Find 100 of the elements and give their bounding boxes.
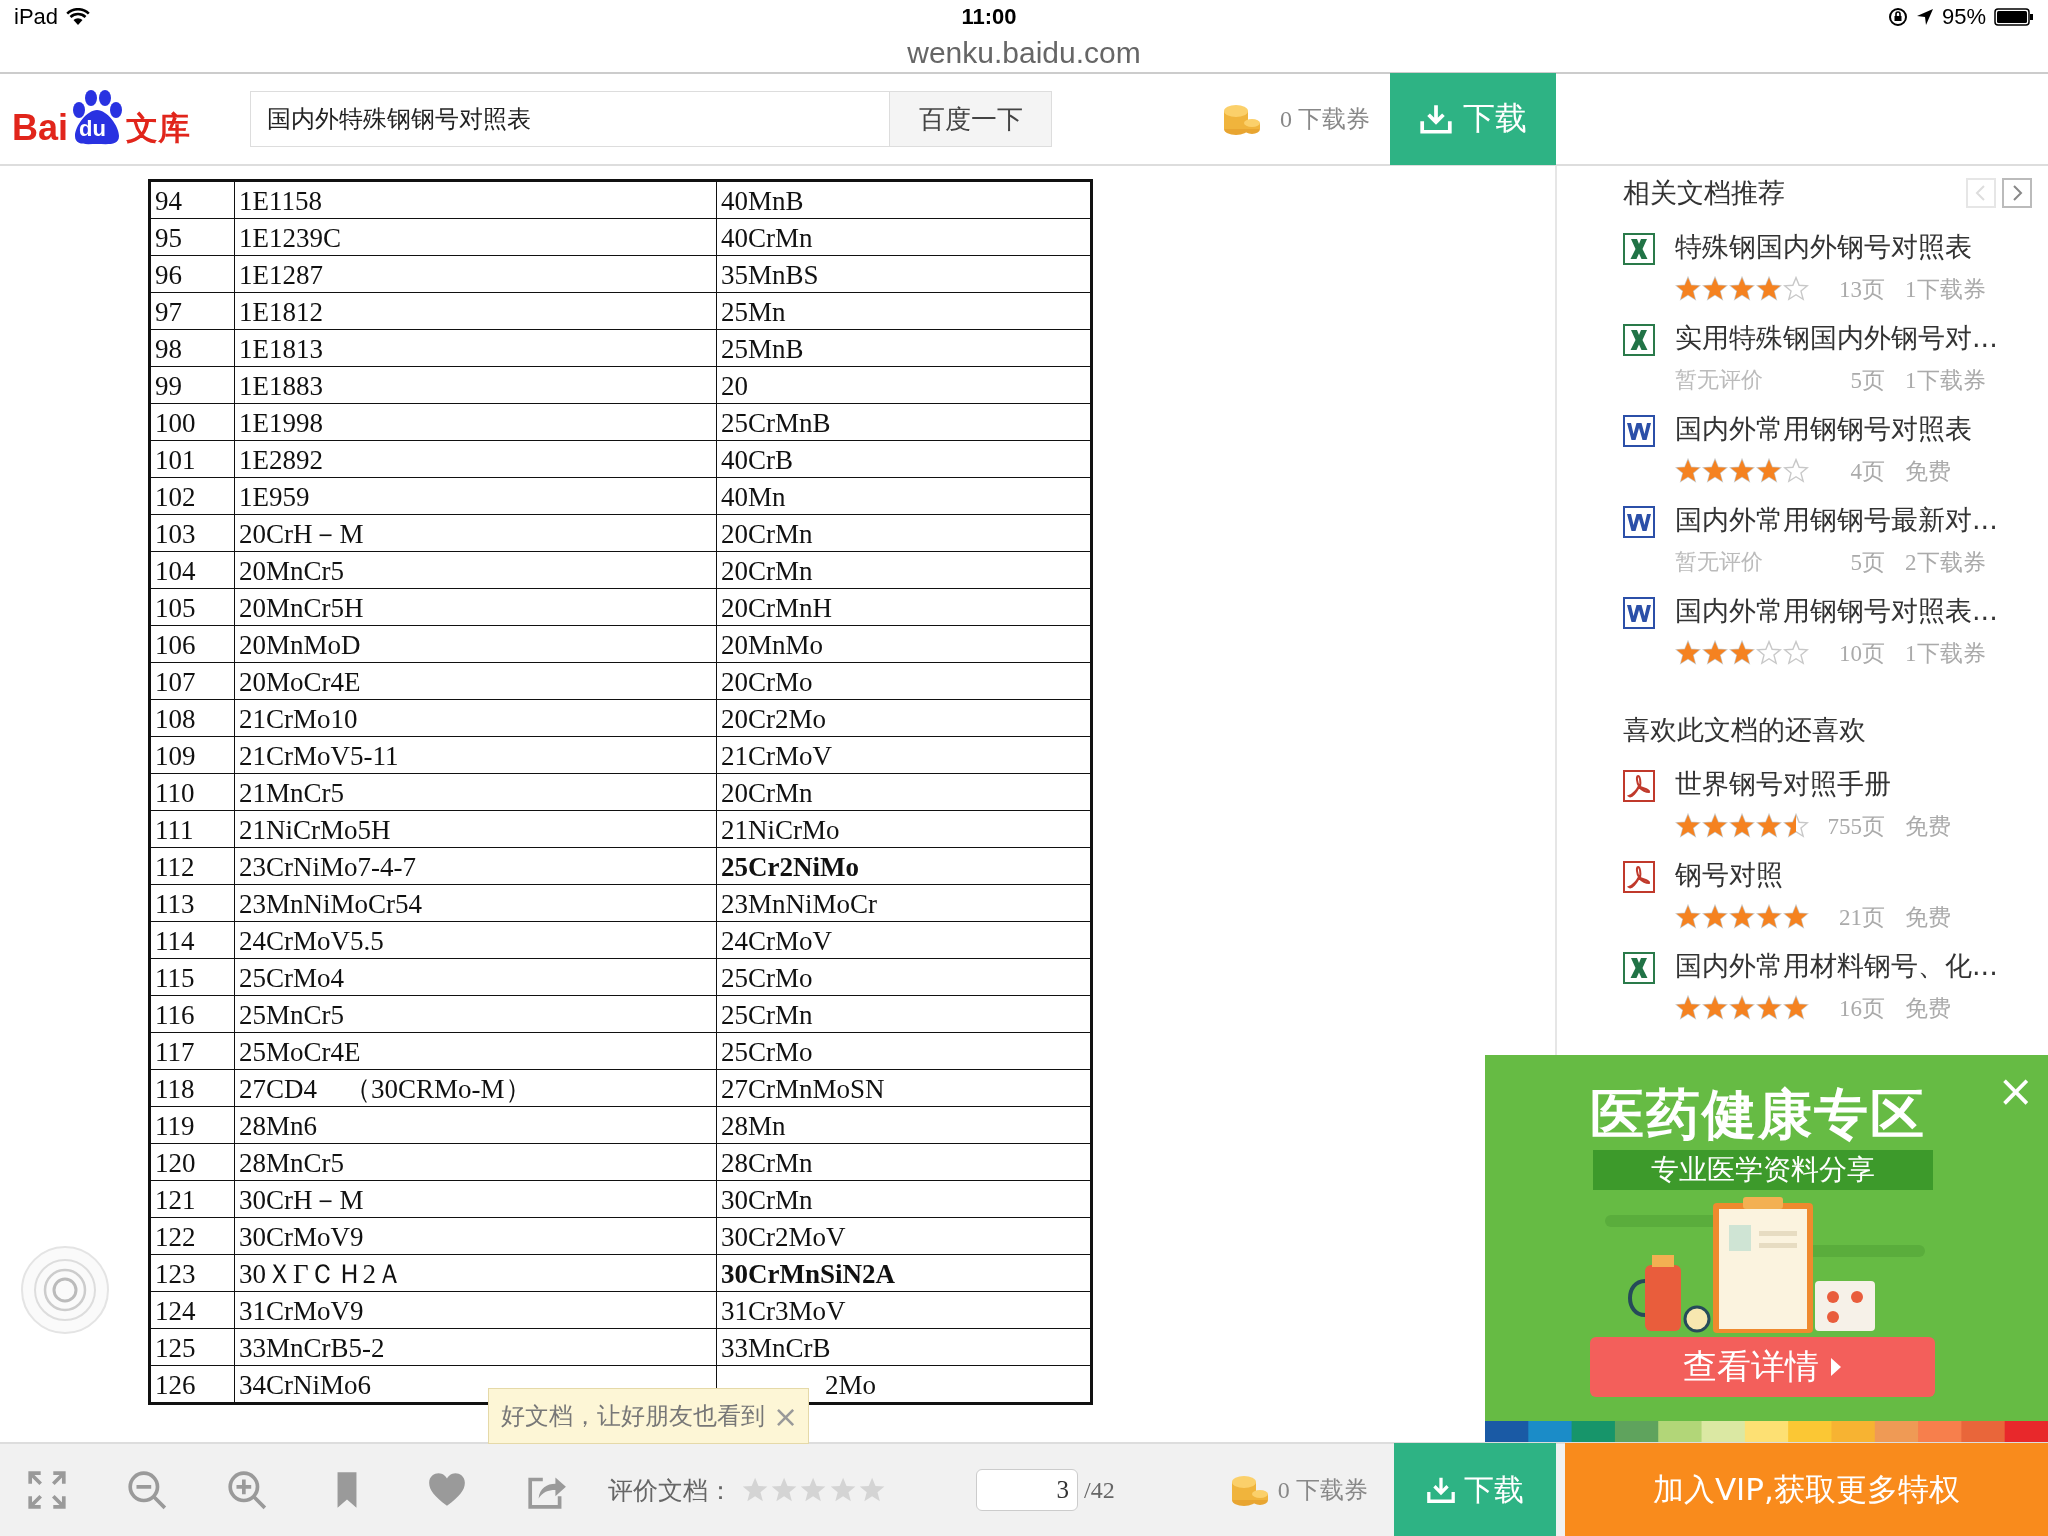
document-link[interactable]: 特殊钢国内外钢号对照表 bbox=[1675, 225, 2048, 269]
battery-icon bbox=[1994, 8, 2034, 26]
pdf-file-icon bbox=[1623, 861, 1655, 893]
table-cell: 121 bbox=[149, 1180, 235, 1218]
table-cell: 120 bbox=[149, 1143, 235, 1181]
table-cell: 125 bbox=[149, 1328, 235, 1366]
next-button[interactable] bbox=[2002, 178, 2032, 208]
concentric-circles-icon[interactable] bbox=[20, 1245, 110, 1335]
table-cell: 111 bbox=[149, 810, 235, 848]
star-icon bbox=[1702, 640, 1728, 666]
star-icon bbox=[1702, 276, 1728, 302]
document-link[interactable]: 国内外常用材料钢号、化... bbox=[1675, 944, 2048, 988]
table-cell: 30ＸΓＣＨ2Ａ bbox=[234, 1254, 717, 1292]
zoom-in-icon[interactable] bbox=[226, 1469, 268, 1511]
table-cell: 21CrMo10 bbox=[234, 699, 717, 737]
price-text: 免费 bbox=[1905, 812, 1951, 841]
table-cell: 100 bbox=[149, 403, 235, 441]
table-cell: 27CD4 （30CRMo-M） bbox=[234, 1069, 717, 1107]
star-icon bbox=[1729, 640, 1755, 666]
star-icon bbox=[1702, 995, 1728, 1021]
document-link[interactable]: 国内外常用钢钢号最新对... bbox=[1675, 498, 2048, 542]
table-cell: 1E1287 bbox=[234, 255, 717, 293]
table-cell: 104 bbox=[149, 551, 235, 589]
table-cell: 20MoCr4E bbox=[234, 662, 717, 700]
star-icon bbox=[1783, 276, 1809, 302]
table-cell: 108 bbox=[149, 699, 235, 737]
table-cell: 25MnCr5 bbox=[234, 995, 717, 1033]
chevron-left-icon bbox=[1974, 184, 1988, 202]
star-icon bbox=[1675, 276, 1701, 302]
star-icon bbox=[1756, 995, 1782, 1021]
section-title: 相关文档推荐 bbox=[1623, 176, 1785, 210]
location-arrow-icon bbox=[1915, 8, 1934, 26]
table-cell: 112 bbox=[149, 847, 235, 885]
search-field[interactable]: 国内外特殊钢钢号对照表 bbox=[250, 91, 890, 147]
table-cell: 21CrMoV5-11 bbox=[234, 736, 717, 774]
price-text: 免费 bbox=[1905, 994, 1951, 1023]
table-cell: 116 bbox=[149, 995, 235, 1033]
download-icon bbox=[1425, 1475, 1456, 1505]
table-cell: 24CrMoV5.5 bbox=[234, 921, 717, 959]
table-cell: 21MnCr5 bbox=[234, 773, 717, 811]
page-total: /42 bbox=[1084, 1476, 1115, 1504]
table-cell: 1E1239C bbox=[234, 218, 717, 256]
spreadsheet-file-icon bbox=[1623, 324, 1655, 356]
table-cell: 105 bbox=[149, 588, 235, 626]
page-count: 755页 bbox=[1826, 812, 1885, 841]
star-icon bbox=[1729, 276, 1755, 302]
page-number-field[interactable]: 3 bbox=[976, 1469, 1078, 1511]
download-icon bbox=[1419, 102, 1453, 136]
coupon-count: 0 下载券 bbox=[1280, 105, 1370, 134]
star-icon bbox=[1756, 276, 1782, 302]
table-cell: 31CrMoV9 bbox=[234, 1291, 717, 1329]
rating-text: 暂无评价 bbox=[1675, 366, 1764, 394]
table-cell: 21NiCrMo5H bbox=[234, 810, 717, 848]
page-address: wenku.baidu.com bbox=[907, 36, 1141, 70]
document-link[interactable]: 国内外常用钢钢号对照表 bbox=[1675, 407, 2048, 451]
table-cell: 99 bbox=[149, 366, 235, 404]
star-icon bbox=[1756, 904, 1782, 930]
rotation-lock-icon bbox=[1887, 7, 1908, 27]
star-icon bbox=[1675, 995, 1701, 1021]
table-cell: 107 bbox=[149, 662, 235, 700]
price-text: 免费 bbox=[1905, 903, 1951, 932]
table-cell: 1E959 bbox=[234, 477, 717, 515]
table-cell: 106 bbox=[149, 625, 235, 663]
star-icon bbox=[1783, 813, 1809, 839]
table-cell: 109 bbox=[149, 736, 235, 774]
spreadsheet-file-icon bbox=[1623, 233, 1655, 265]
table-cell: 20MnCr5 bbox=[234, 551, 717, 589]
coupon-count: 0 下载券 bbox=[1277, 1476, 1368, 1505]
document-link[interactable]: 世界钢号对照手册 bbox=[1675, 762, 2048, 806]
table-cell: 25CrMo4 bbox=[234, 958, 717, 996]
table-cell: 23CrNiMo7-4-7 bbox=[234, 847, 717, 885]
star-icon bbox=[1783, 458, 1809, 484]
table-cell: 117 bbox=[149, 1032, 235, 1070]
document-link[interactable]: 国内外常用钢钢号对照表... bbox=[1675, 589, 2048, 633]
fullscreen-icon[interactable] bbox=[26, 1469, 68, 1511]
star-icon bbox=[1783, 640, 1809, 666]
page-count: 10页 bbox=[1838, 639, 1885, 668]
ad-title: 医药健康专区 bbox=[1590, 1082, 1926, 1148]
star-icon bbox=[1702, 813, 1728, 839]
word-file-icon bbox=[1623, 597, 1655, 629]
table-cell: 20MnCr5H bbox=[234, 588, 717, 626]
table-cell: 28Mn6 bbox=[234, 1106, 717, 1144]
table-cell: 25MoCr4E bbox=[234, 1032, 717, 1070]
table-cell: 1E1998 bbox=[234, 403, 717, 441]
table-cell: 94 bbox=[149, 180, 235, 219]
zoom-out-icon[interactable] bbox=[126, 1469, 168, 1511]
ad-subtitle: 专业医学资料分享 bbox=[1593, 1150, 1933, 1190]
table-cell: 97 bbox=[149, 292, 235, 330]
price-text: 1下载券 bbox=[1905, 275, 1986, 304]
table-cell: 101 bbox=[149, 440, 235, 478]
document-link[interactable]: 实用特殊钢国内外钢号对... bbox=[1675, 316, 2048, 360]
star-icon bbox=[1675, 813, 1701, 839]
table-cell: 113 bbox=[149, 884, 235, 922]
document-link[interactable]: 钢号对照 bbox=[1675, 853, 2048, 897]
search-button[interactable]: 百度一下 bbox=[890, 91, 1052, 147]
table-cell: 1E1883 bbox=[234, 366, 717, 404]
star-icon bbox=[1729, 995, 1755, 1021]
page-count: 5页 bbox=[1849, 366, 1885, 395]
logo-text: du bbox=[79, 117, 106, 141]
table-cell: 1E1158 bbox=[234, 180, 717, 219]
